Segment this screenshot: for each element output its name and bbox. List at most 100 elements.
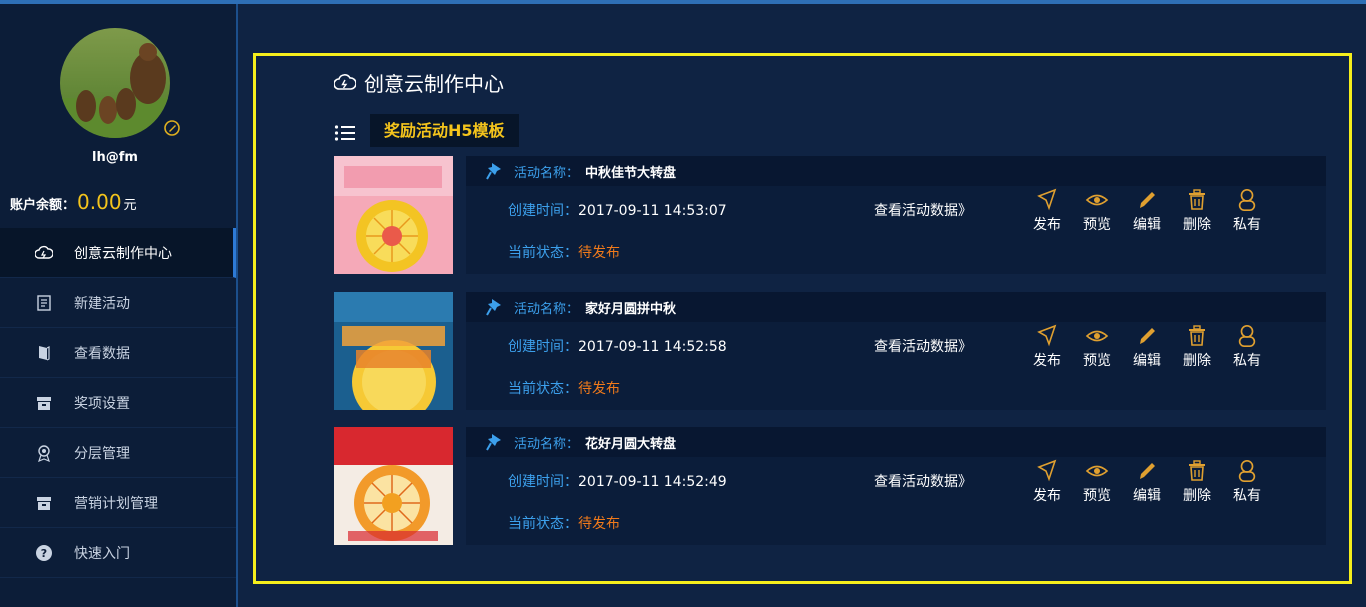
preview-button[interactable]: 预览 [1072, 459, 1122, 505]
send-icon [1037, 188, 1057, 211]
list-icon [334, 125, 355, 141]
activity-header: 活动名称： 家好月圆拼中秋 [466, 292, 1326, 322]
activity-name-label: 活动名称： [514, 165, 580, 181]
pin-icon [486, 163, 501, 180]
created-label: 创建时间： [508, 339, 578, 355]
status-label: 当前状态： [508, 516, 578, 532]
activity-card: 活动名称： 中秋佳节大转盘 创建时间：2017-09-11 14:53:07 当… [334, 156, 1326, 274]
created-value: 2017-09-11 14:52:58 [578, 339, 727, 355]
send-icon [1037, 324, 1057, 347]
edit-button[interactable]: 编辑 [1122, 324, 1172, 370]
sidebar-item-label: 分层管理 [74, 445, 130, 462]
eye-icon [1085, 194, 1109, 206]
sidebar-item-label: 奖项设置 [74, 395, 130, 412]
created-label: 创建时间： [508, 474, 578, 490]
eye-icon [1085, 330, 1109, 342]
trash-icon [1189, 189, 1205, 210]
action-group: 发布 预览 编辑 删除 私有 [1022, 188, 1272, 234]
created-value: 2017-09-11 14:52:49 [578, 474, 727, 490]
activity-thumbnail[interactable] [334, 292, 453, 410]
activity-thumbnail[interactable] [334, 156, 453, 274]
sidebar-item-view-data[interactable]: 查看数据 [0, 328, 236, 378]
sidebar-item-label: 创意云制作中心 [74, 245, 172, 262]
activity-name: 中秋佳节大转盘 [585, 165, 677, 181]
status-value: 待发布 [578, 245, 620, 261]
preview-button[interactable]: 预览 [1072, 324, 1122, 370]
activity-header: 活动名称： 花好月圆大转盘 [466, 427, 1326, 457]
view-activity-data-link[interactable]: 查看活动数据》 [874, 471, 972, 491]
action-group: 发布 预览 编辑 删除 私有 [1022, 459, 1272, 505]
user-icon [1238, 325, 1256, 347]
award-icon [34, 443, 54, 463]
edit-avatar-icon[interactable] [162, 118, 182, 138]
user-icon [1238, 189, 1256, 211]
sidebar-item-label: 营销计划管理 [74, 495, 158, 512]
activity-thumbnail[interactable] [334, 427, 453, 545]
private-button[interactable]: 私有 [1222, 324, 1272, 370]
delete-button[interactable]: 删除 [1172, 324, 1222, 370]
pencil-icon [1140, 463, 1155, 479]
sidebar-item-marketing-plan[interactable]: 营销计划管理 [0, 478, 236, 528]
send-icon [1037, 459, 1057, 482]
current-status: 当前状态：待发布 [508, 378, 620, 398]
box-icon [34, 493, 54, 513]
edit-button[interactable]: 编辑 [1122, 459, 1172, 505]
view-activity-data-link[interactable]: 查看活动数据》 [874, 200, 972, 220]
private-button[interactable]: 私有 [1222, 459, 1272, 505]
created-value: 2017-09-11 14:53:07 [578, 203, 727, 219]
publish-button[interactable]: 发布 [1022, 459, 1072, 505]
delete-button[interactable]: 删除 [1172, 459, 1222, 505]
trash-icon [1189, 460, 1205, 481]
status-label: 当前状态： [508, 245, 578, 261]
sidebar-item-new-activity[interactable]: 新建活动 [0, 278, 236, 328]
current-status: 当前状态：待发布 [508, 242, 620, 262]
activity-info: 活动名称： 家好月圆拼中秋 创建时间：2017-09-11 14:52:58 当… [466, 292, 1326, 410]
publish-button[interactable]: 发布 [1022, 324, 1072, 370]
created-label: 创建时间： [508, 203, 578, 219]
sidebar-menu: 创意云制作中心 新建活动 查看数据 奖项设置 分层管理 营销计划管理 ? 快速入… [0, 228, 236, 578]
balance-amount: 0.00 [77, 190, 122, 214]
sidebar-item-quick-start[interactable]: ? 快速入门 [0, 528, 236, 578]
private-button[interactable]: 私有 [1222, 188, 1272, 234]
activity-info: 活动名称： 花好月圆大转盘 创建时间：2017-09-11 14:52:49 当… [466, 427, 1326, 545]
page-title-text: 创意云制作中心 [364, 72, 504, 96]
created-time: 创建时间：2017-09-11 14:52:58 [508, 336, 727, 356]
activity-name: 家好月圆拼中秋 [585, 301, 677, 317]
sidebar-item-prize-settings[interactable]: 奖项设置 [0, 378, 236, 428]
sidebar-item-tier-management[interactable]: 分层管理 [0, 428, 236, 478]
sidebar: lh@fm 账户余额： 0.00 元 创意云制作中心 新建活动 查看数据 奖项设… [0, 4, 238, 607]
pin-icon [486, 299, 501, 316]
pin-icon [486, 434, 501, 451]
balance-unit: 元 [123, 198, 137, 213]
delete-button[interactable]: 删除 [1172, 188, 1222, 234]
question-icon: ? [34, 543, 54, 563]
publish-button[interactable]: 发布 [1022, 188, 1072, 234]
eye-icon [1085, 465, 1109, 477]
avatar[interactable] [60, 28, 170, 138]
main-panel: 创意云制作中心 奖励活动H5模板 活动名称： 中秋佳节大转盘 创建时间：2017… [253, 53, 1352, 584]
preview-button[interactable]: 预览 [1072, 188, 1122, 234]
balance-label: 账户余额： [10, 198, 76, 213]
created-time: 创建时间：2017-09-11 14:52:49 [508, 471, 727, 491]
edit-button[interactable]: 编辑 [1122, 188, 1172, 234]
activity-card: 活动名称： 家好月圆拼中秋 创建时间：2017-09-11 14:52:58 当… [334, 292, 1326, 410]
tab-reward-h5-template[interactable]: 奖励活动H5模板 [370, 114, 519, 147]
user-icon [1238, 460, 1256, 482]
sidebar-item-creative-center[interactable]: 创意云制作中心 [0, 228, 236, 278]
view-activity-data-link[interactable]: 查看活动数据》 [874, 336, 972, 356]
page-title: 创意云制作中心 [334, 68, 504, 97]
activity-name-label: 活动名称： [514, 436, 580, 452]
box-icon [34, 393, 54, 413]
activity-name: 花好月圆大转盘 [585, 436, 677, 452]
sidebar-item-label: 快速入门 [74, 545, 130, 562]
document-icon [34, 293, 54, 313]
sidebar-item-label: 新建活动 [74, 295, 130, 312]
svg-text:?: ? [41, 547, 47, 560]
pencil-icon [1140, 192, 1155, 208]
action-group: 发布 预览 编辑 删除 私有 [1022, 324, 1272, 370]
cloud-icon [34, 243, 54, 263]
created-time: 创建时间：2017-09-11 14:53:07 [508, 200, 727, 220]
activity-name-label: 活动名称： [514, 301, 580, 317]
status-label: 当前状态： [508, 381, 578, 397]
account-balance: 账户余额： 0.00 元 [10, 190, 137, 214]
